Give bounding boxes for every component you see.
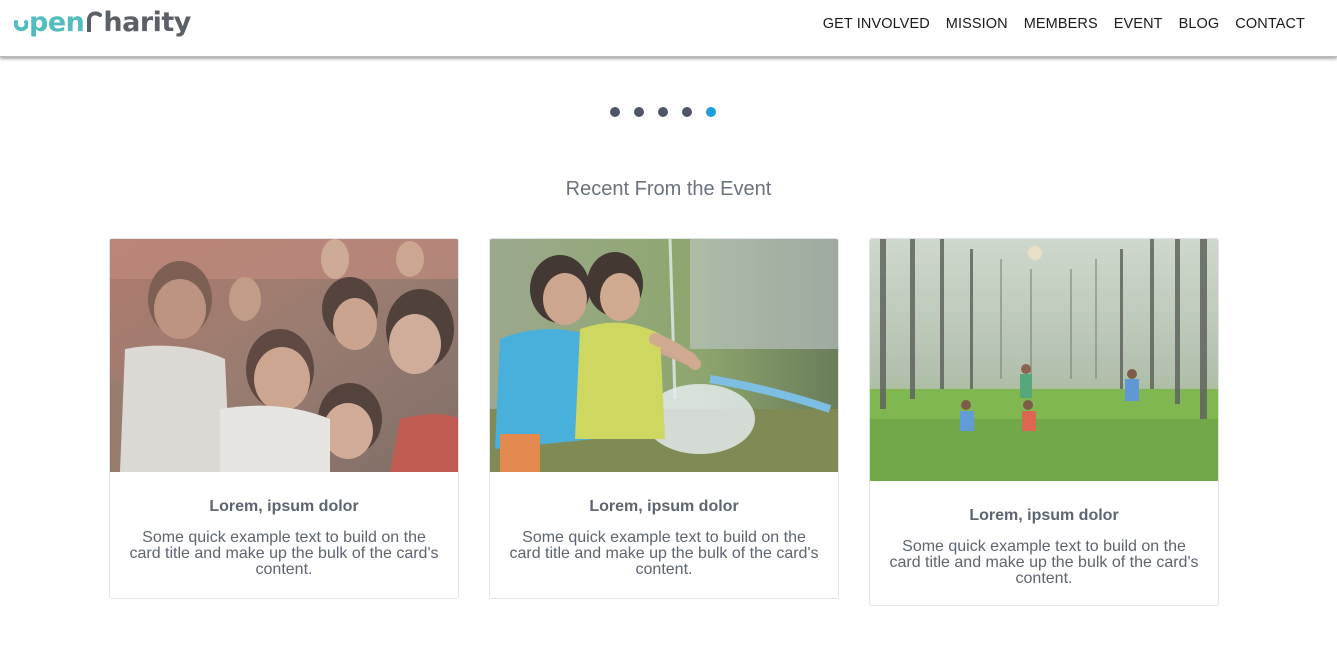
logo-o-icon: [13, 14, 29, 34]
nav-get-involved[interactable]: GET INVOLVED: [823, 16, 930, 32]
card-image-children-forest: [870, 239, 1218, 481]
carousel-dot[interactable]: [658, 107, 668, 117]
logo-c-icon: [86, 10, 103, 33]
card-title: Lorem, ipsum dolor: [589, 498, 739, 515]
card-text: Some quick example text to build on the …: [509, 529, 819, 578]
nav-contact[interactable]: CONTACT: [1235, 16, 1305, 32]
event-card[interactable]: Lorem, ipsum dolor Some quick example te…: [869, 238, 1219, 606]
nav-mission[interactable]: MISSION: [946, 16, 1008, 32]
card-title: Lorem, ipsum dolor: [969, 507, 1119, 524]
main-nav: GET INVOLVED MISSION MEMBERS EVENT BLOG …: [823, 16, 1305, 32]
nav-members[interactable]: MEMBERS: [1024, 16, 1098, 32]
nav-event[interactable]: EVENT: [1114, 16, 1163, 32]
card-text: Some quick example text to build on the …: [129, 529, 439, 578]
card-title: Lorem, ipsum dolor: [209, 498, 359, 515]
card-image-children-smiling: [110, 239, 458, 472]
event-card[interactable]: Lorem, ipsum dolor Some quick example te…: [489, 238, 839, 599]
navbar: pen harity GET INVOLVED MISSION MEMBERS …: [0, 0, 1337, 57]
card-image-children-water: [490, 239, 838, 472]
carousel-dot[interactable]: [610, 107, 620, 117]
card-text: Some quick example text to build on the …: [889, 538, 1199, 587]
event-card[interactable]: Lorem, ipsum dolor Some quick example te…: [109, 238, 459, 599]
section-title: Recent From the Event: [565, 178, 772, 200]
logo-text-open: pen: [29, 6, 85, 38]
carousel-dot[interactable]: [634, 107, 644, 117]
carousel-dot[interactable]: [682, 107, 692, 117]
logo-text-charity: harity: [103, 6, 191, 38]
nav-blog[interactable]: BLOG: [1179, 16, 1220, 32]
carousel-indicators: [610, 107, 716, 117]
carousel-dot-active[interactable]: [706, 107, 716, 117]
logo[interactable]: pen harity: [13, 4, 191, 40]
